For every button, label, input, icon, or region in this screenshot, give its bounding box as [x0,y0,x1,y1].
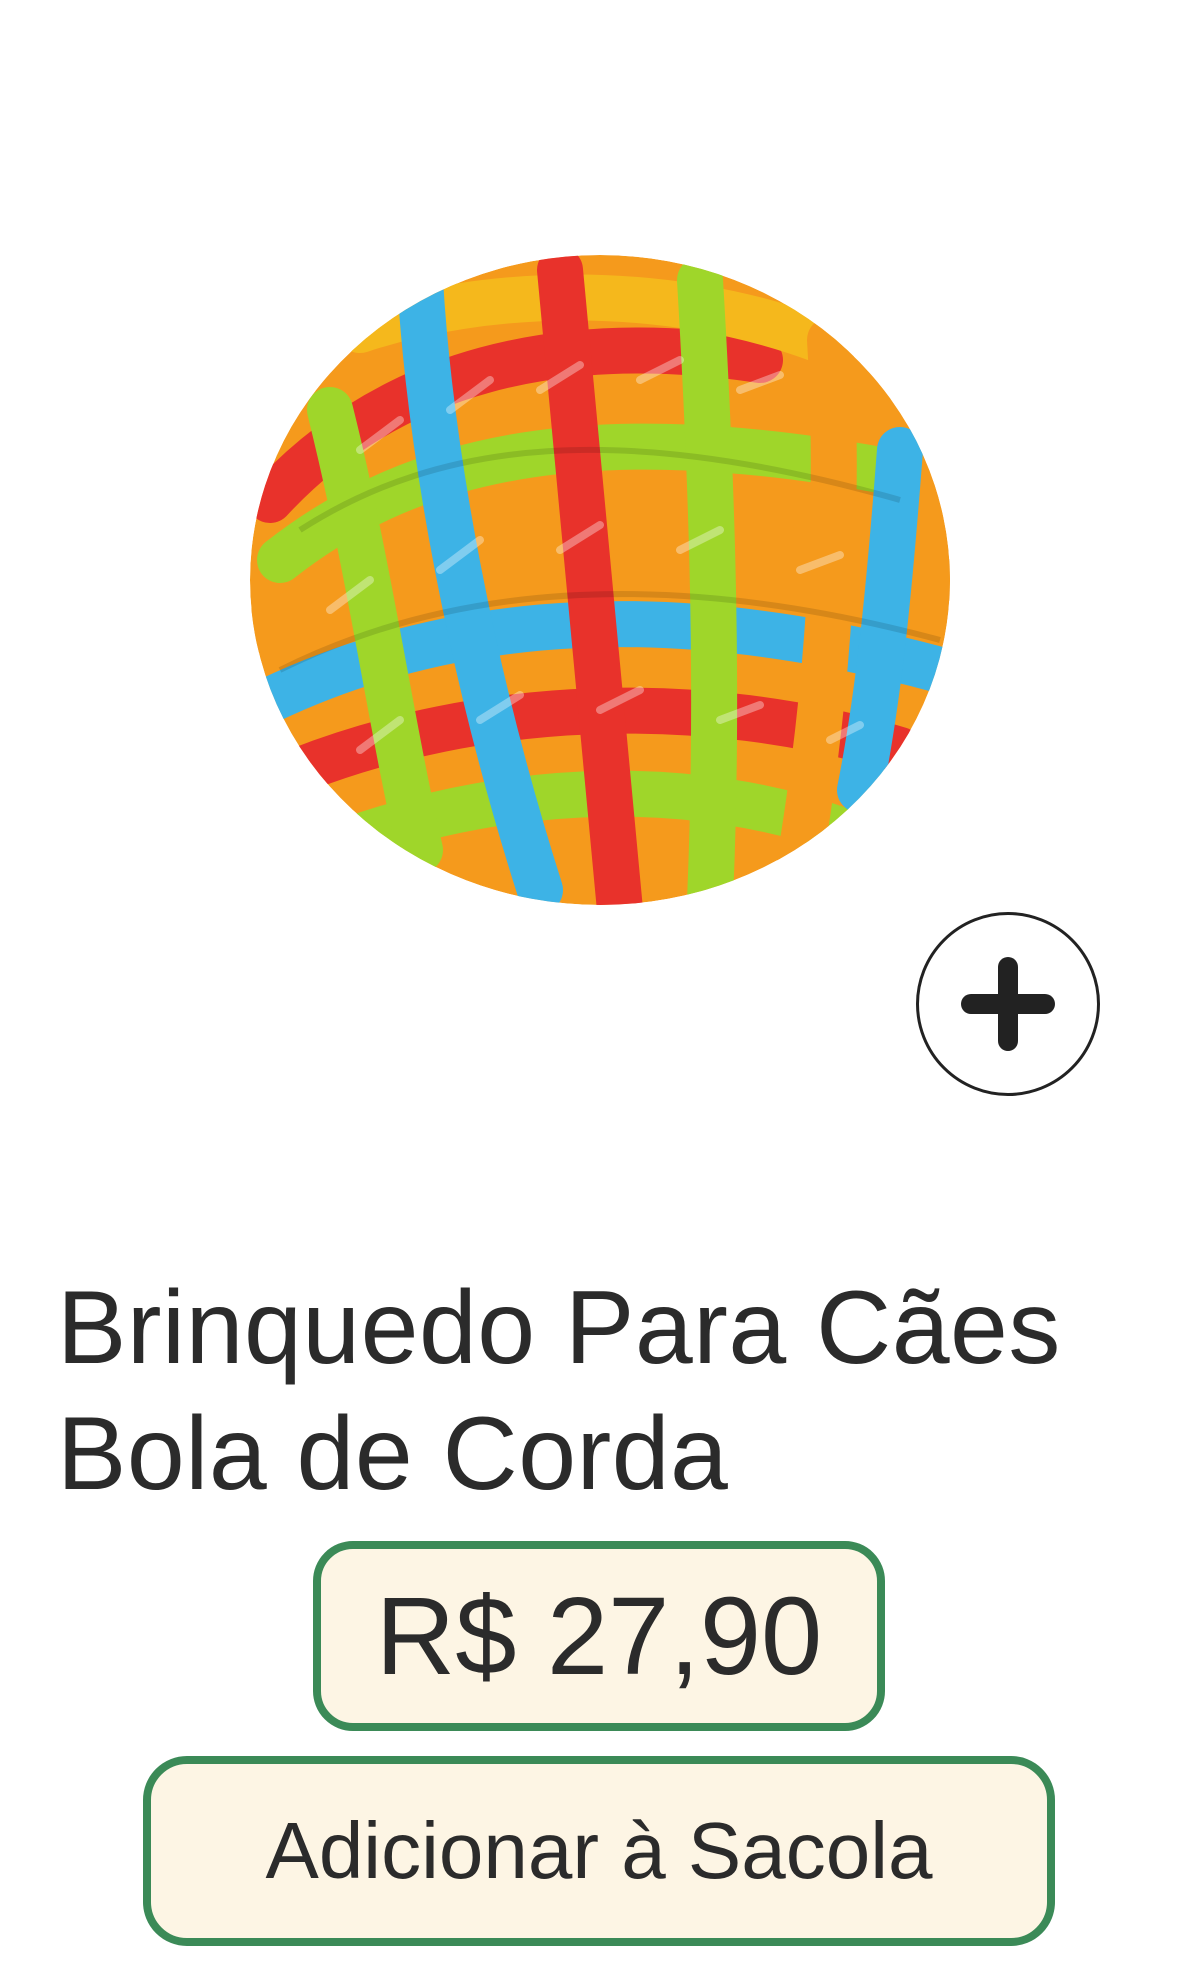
product-image [250,255,950,905]
zoom-button[interactable] [916,912,1100,1096]
price-box: R$ 27,90 [313,1541,885,1731]
add-to-bag-label: Adicionar à Sacola [265,1806,933,1895]
product-title: Brinquedo Para Cães Bola de Corda [57,1270,1061,1512]
price-label: R$ 27,90 [375,1574,823,1698]
plus-icon [961,957,1055,1051]
add-to-bag-button[interactable]: Adicionar à Sacola [143,1756,1055,1946]
product-card: Brinquedo Para Cães Bola de Corda R$ 27,… [0,0,1197,1985]
